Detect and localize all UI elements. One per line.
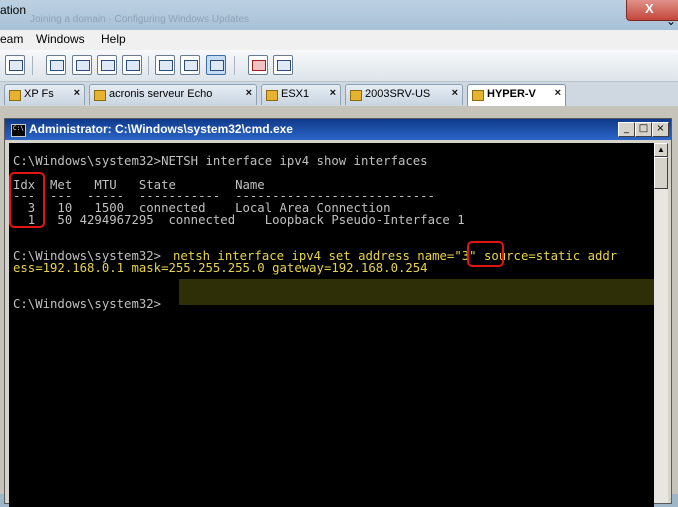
outer-window-title: ation bbox=[0, 3, 27, 17]
vm-icon bbox=[350, 90, 362, 101]
cmd-window[interactable]: Administrator: C:\Windows\system32\cmd.e… bbox=[4, 118, 672, 507]
toolbar-separator bbox=[32, 56, 33, 75]
toolbar bbox=[0, 50, 678, 82]
background-window-text: Joining a domain · Configuring Windows U… bbox=[30, 14, 250, 25]
close-icon[interactable]: × bbox=[330, 87, 336, 99]
console-scrollbar[interactable]: ▲ bbox=[654, 143, 668, 503]
scroll-thumb[interactable] bbox=[654, 157, 668, 189]
cmd-window-title: Administrator: C:\Windows\system32\cmd.e… bbox=[29, 122, 293, 136]
toolbar-separator bbox=[148, 56, 149, 75]
menu-item-windows[interactable]: Windows bbox=[36, 32, 85, 46]
tab-label: XP Fs bbox=[24, 88, 54, 100]
menu-bar: eam Windows Help bbox=[0, 30, 678, 50]
console-line: C:\Windows\system32>NETSH interface ipv4… bbox=[13, 154, 428, 168]
menu-item-help[interactable]: Help bbox=[101, 32, 126, 46]
summary-view-icon[interactable] bbox=[180, 55, 200, 75]
vm-tab-strip: XP Fs × acronis serveur Echo × ESX1 × 20… bbox=[0, 82, 678, 106]
console-command-text: ess=192.168.0.1 mask=255.255.255.0 gatew… bbox=[13, 261, 428, 275]
vm-icon bbox=[9, 90, 21, 101]
chevron-down-icon[interactable]: ⌄ bbox=[666, 14, 676, 28]
tab-xp-fs[interactable]: XP Fs × bbox=[4, 84, 85, 105]
minimize-button[interactable]: _ bbox=[618, 122, 635, 137]
console-prompt: C:\Windows\system32> bbox=[13, 297, 162, 311]
quick-switch-icon[interactable] bbox=[97, 55, 117, 75]
tab-label: 2003SRV-US bbox=[365, 88, 431, 100]
console-output[interactable]: C:\Windows\system32>NETSH interface ipv4… bbox=[9, 143, 654, 507]
close-icon[interactable]: × bbox=[452, 87, 458, 99]
vm-settings-icon[interactable] bbox=[5, 55, 25, 75]
close-icon[interactable]: × bbox=[246, 87, 252, 99]
console-view-icon[interactable] bbox=[155, 55, 175, 75]
idx-column-annotation bbox=[9, 172, 45, 228]
tab-label: ESX1 bbox=[281, 88, 310, 100]
close-icon[interactable]: × bbox=[74, 87, 80, 99]
revert-snapshot-icon[interactable] bbox=[273, 55, 293, 75]
tab-label: HYPER-V bbox=[487, 88, 536, 100]
tab-2003srv-us[interactable]: 2003SRV-US × bbox=[345, 84, 463, 105]
close-button[interactable]: × bbox=[652, 122, 669, 137]
toolbar-separator bbox=[234, 56, 235, 75]
menu-item-team[interactable]: eam bbox=[0, 32, 23, 46]
vm-icon bbox=[266, 90, 278, 101]
snapshot-icon[interactable] bbox=[248, 55, 268, 75]
fullscreen-icon[interactable] bbox=[72, 55, 92, 75]
command-highlight bbox=[179, 279, 654, 305]
sidebar-toggle-icon[interactable] bbox=[46, 55, 66, 75]
interface-index-annotation bbox=[467, 241, 504, 267]
tab-esx1[interactable]: ESX1 × bbox=[261, 84, 341, 105]
maximize-button[interactable]: □ bbox=[635, 122, 652, 137]
close-icon[interactable]: × bbox=[555, 87, 561, 99]
cmd-icon bbox=[11, 124, 26, 137]
tab-acronis-serveur-echo[interactable]: acronis serveur Echo × bbox=[89, 84, 257, 105]
tab-hyper-v[interactable]: HYPER-V × bbox=[467, 84, 566, 106]
tab-label: acronis serveur Echo bbox=[109, 88, 213, 100]
cmd-titlebar[interactable]: Administrator: C:\Windows\system32\cmd.e… bbox=[5, 119, 671, 140]
vm-icon bbox=[472, 90, 484, 101]
console-line: 1 50 4294967295 connected Loopback Pseud… bbox=[13, 213, 465, 227]
unity-icon[interactable] bbox=[122, 55, 142, 75]
vm-icon bbox=[94, 90, 106, 101]
tabs-view-icon[interactable] bbox=[206, 55, 226, 75]
scroll-up-icon[interactable]: ▲ bbox=[654, 143, 668, 157]
vm-console-viewport[interactable]: Administrator: C:\Windows\system32\cmd.e… bbox=[0, 106, 678, 507]
outer-window-titlebar: ation Joining a domain · Configuring Win… bbox=[0, 0, 678, 30]
